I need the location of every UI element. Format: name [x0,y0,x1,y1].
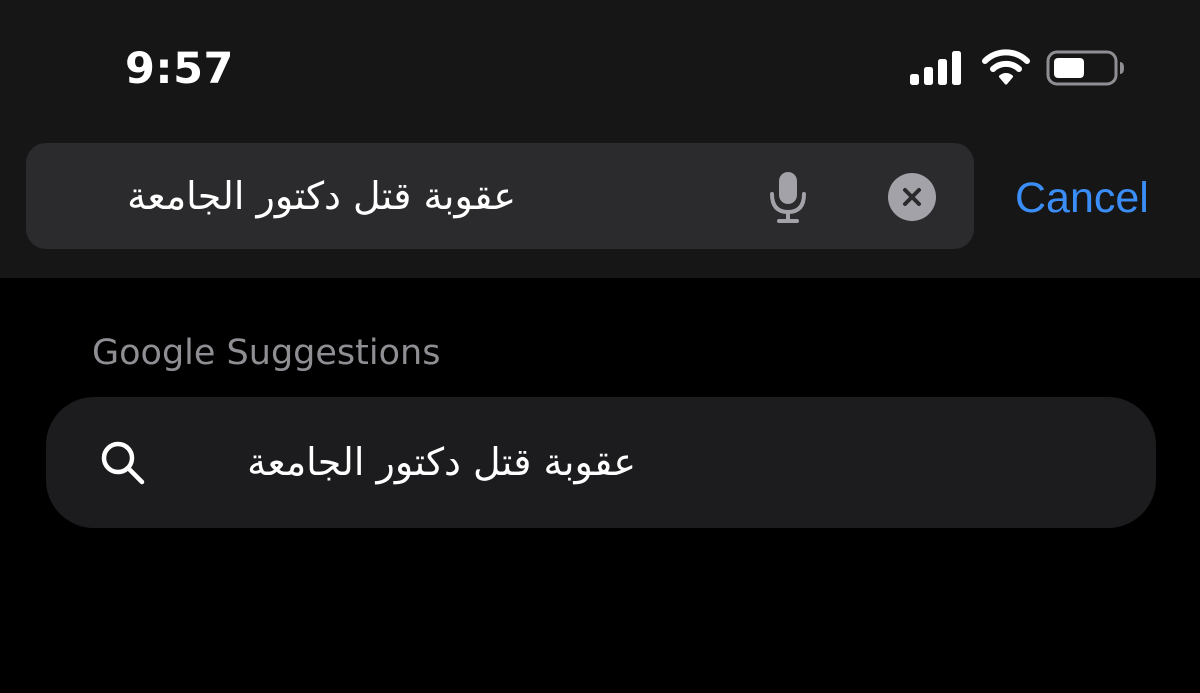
status-bar: 9:57 [0,0,1200,130]
clear-button[interactable] [888,173,936,221]
clear-x-icon [903,188,921,206]
search-icon [101,441,145,485]
top-bar: 9:57 عقوبة قتل دكتور الجامعة Cancel [0,0,1200,278]
cellular-signal-icon [910,51,961,85]
suggestion-item[interactable]: عقوبة قتل دكتور الجامعة [46,397,1156,528]
search-input[interactable]: عقوبة قتل دكتور الجامعة [127,143,516,249]
microphone-icon[interactable] [766,170,810,224]
status-time: 9:57 [125,44,234,94]
suggestion-text: عقوبة قتل دكتور الجامعة [247,440,636,484]
battery-icon [1046,50,1124,86]
section-header-google-suggestions: Google Suggestions [92,333,441,373]
wifi-icon [982,49,1030,85]
search-field[interactable]: عقوبة قتل دكتور الجامعة [26,143,974,249]
cancel-button[interactable]: Cancel [1015,170,1149,226]
